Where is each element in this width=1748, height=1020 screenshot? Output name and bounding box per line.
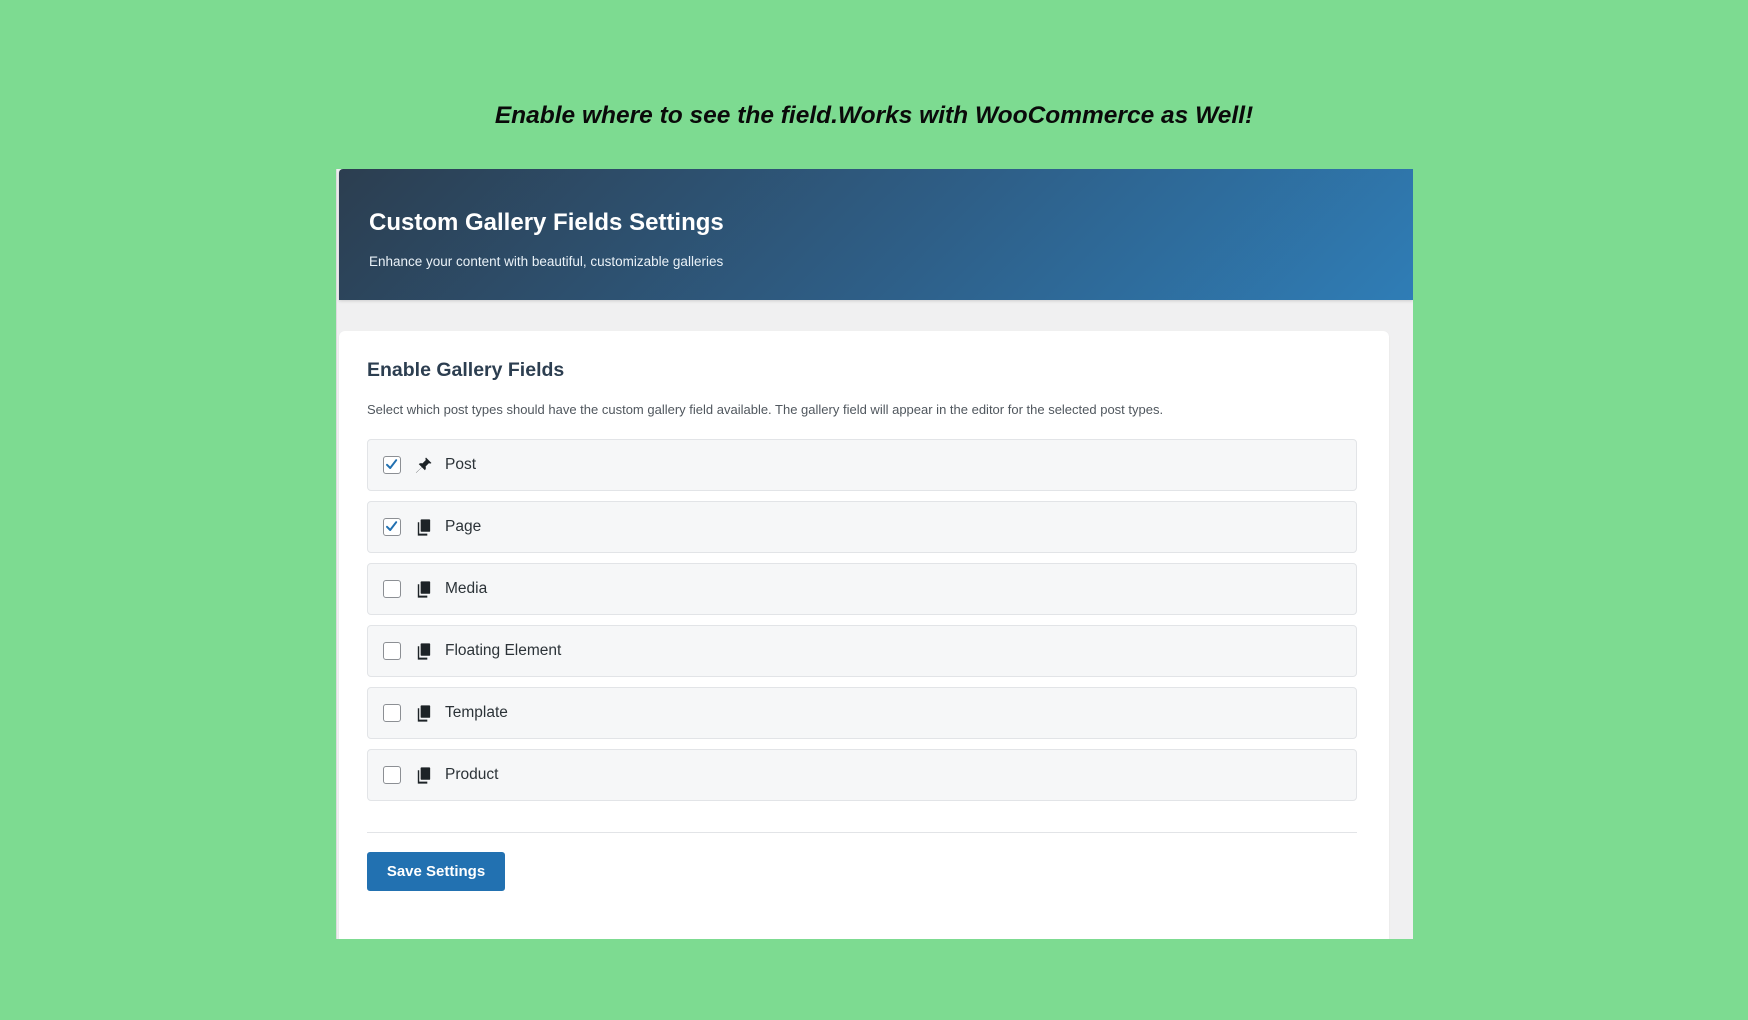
pages-icon (414, 580, 433, 599)
pages-icon (414, 704, 433, 723)
post-type-list: Post Page Media Floating Element Templat… (367, 439, 1357, 811)
option-product[interactable]: Product (367, 749, 1357, 801)
page-title: Custom Gallery Fields Settings (369, 209, 724, 236)
pages-icon (414, 642, 433, 661)
option-media[interactable]: Media (367, 563, 1357, 615)
gallery-fields-card: Enable Gallery Fields Select which post … (339, 331, 1389, 939)
checkbox-product[interactable] (383, 766, 401, 784)
option-label: Floating Element (445, 642, 562, 659)
checkbox-template[interactable] (383, 704, 401, 722)
option-label: Media (445, 580, 488, 597)
option-label: Page (445, 518, 482, 535)
option-label: Post (445, 456, 477, 473)
section-description: Select which post types should have the … (367, 402, 1164, 417)
option-label: Template (445, 704, 508, 721)
option-label: Product (445, 766, 499, 783)
pages-icon (414, 766, 433, 785)
option-post[interactable]: Post (367, 439, 1357, 491)
checkbox-post[interactable] (383, 456, 401, 474)
settings-header: Custom Gallery Fields Settings Enhance y… (339, 169, 1413, 300)
option-template[interactable]: Template (367, 687, 1357, 739)
page-subtitle: Enhance your content with beautiful, cus… (369, 254, 724, 269)
save-settings-button[interactable]: Save Settings (367, 852, 505, 891)
pin-icon (414, 456, 433, 475)
settings-page: Custom Gallery Fields Settings Enhance y… (336, 169, 1413, 939)
pages-icon (414, 518, 433, 537)
section-title: Enable Gallery Fields (367, 359, 565, 381)
promo-tagline: Enable where to see the field.Works with… (494, 102, 1254, 129)
divider (367, 832, 1357, 833)
option-floating-element[interactable]: Floating Element (367, 625, 1357, 677)
option-page[interactable]: Page (367, 501, 1357, 553)
checkbox-page[interactable] (383, 518, 401, 536)
checkbox-media[interactable] (383, 580, 401, 598)
checkbox-floating-element[interactable] (383, 642, 401, 660)
